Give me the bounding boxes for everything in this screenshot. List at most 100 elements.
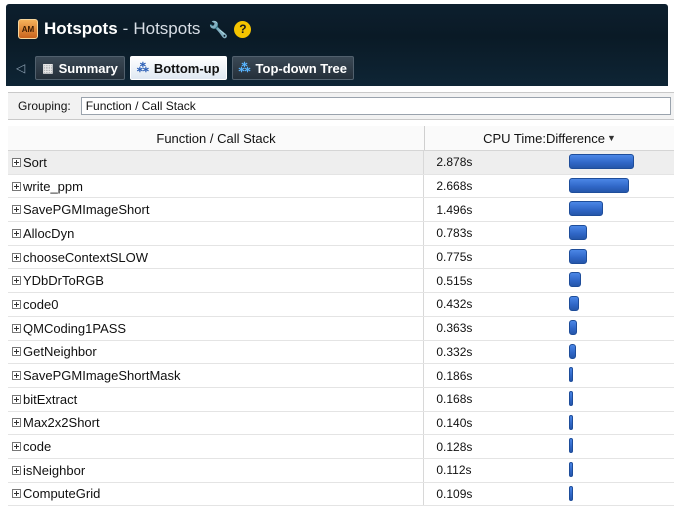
expand-icon[interactable] [12, 181, 21, 191]
table-row[interactable]: QMCoding1PASS 0.363s [8, 316, 674, 341]
wrench-icon[interactable]: 🔧 [208, 20, 228, 39]
table-row[interactable]: Sort 2.878s [8, 151, 674, 175]
tab-scroll-left-icon[interactable]: ◁ [16, 61, 25, 75]
help-icon[interactable]: ? [234, 20, 252, 38]
function-name: code [23, 439, 52, 455]
summary-icon: ▦ [42, 61, 54, 75]
cpu-time-bar [569, 154, 635, 169]
function-name: SavePGMImageShort [23, 202, 150, 218]
table-row[interactable]: YDbDrToRGB 0.515s [8, 269, 674, 294]
cpu-time-bar-cell [564, 198, 674, 221]
tab-bottom-up-label: Bottom-up [153, 60, 220, 76]
tab-bottom-up[interactable]: ⁂ Bottom-up [129, 56, 227, 80]
function-name: ComputeGrid [23, 486, 101, 502]
cpu-time-value: 2.668s [436, 179, 473, 194]
function-cell: SavePGMImageShort [8, 198, 425, 222]
cpu-time-value: 0.515s [436, 273, 473, 288]
cpu-time-bar [569, 248, 588, 264]
function-cell: YDbDrToRGB [8, 269, 425, 293]
function-cell: code [8, 435, 425, 458]
function-cell: chooseContextSLOW [8, 245, 425, 269]
table-row[interactable]: code 0.128s [8, 435, 674, 459]
grouping-bar: Grouping: Function / Call Stack [8, 92, 674, 120]
cpu-time-bar-cell [564, 269, 674, 292]
table-row[interactable]: SavePGMImageShortMask 0.186s [8, 364, 674, 388]
function-cell: write_ppm [8, 174, 425, 198]
table-row[interactable]: chooseContextSLOW 0.775s [8, 245, 674, 270]
expand-icon[interactable] [12, 323, 21, 333]
cpu-time-bar-cell [564, 459, 674, 482]
cpu-time-value: 0.186s [436, 368, 473, 383]
table-header: Function / Call Stack CPU Time:Differenc… [8, 126, 674, 151]
expand-icon[interactable] [12, 371, 21, 381]
cpu-time-value: 0.109s [436, 486, 473, 501]
function-name: bitExtract [23, 391, 78, 407]
cpu-time-bar [569, 319, 578, 335]
cpu-time-bar [569, 485, 574, 501]
cpu-time-bar [569, 367, 574, 383]
cpu-time-bar [569, 201, 604, 217]
cpu-time-value: 0.783s [436, 226, 473, 241]
cpu-time-bar-cell [564, 412, 674, 435]
grouping-dropdown[interactable]: Function / Call Stack [80, 97, 671, 115]
table-row[interactable]: bitExtract 0.168s [8, 387, 674, 412]
expand-icon[interactable] [12, 442, 21, 452]
tab-summary[interactable]: ▦ Summary [35, 56, 125, 80]
cpu-time-bar [569, 177, 630, 193]
title-row: AM Hotspots - Hotspots 🔧 ? [18, 16, 252, 42]
cpu-time-column-header[interactable]: CPU Time:Difference ▼ [425, 126, 674, 150]
function-cell: isNeighbor [8, 458, 425, 482]
cpu-time-value: 0.363s [436, 321, 473, 336]
cpu-time-bar-cell [564, 151, 674, 174]
expand-icon[interactable] [12, 252, 21, 262]
cpu-time-value: 2.878s [436, 155, 473, 170]
cpu-time-bar [569, 296, 580, 312]
function-name: write_ppm [23, 178, 83, 194]
cpu-time-bar-cell [564, 388, 674, 411]
bottom-up-icon: ⁂ [136, 61, 149, 75]
function-cell: GetNeighbor [8, 340, 425, 364]
cpu-time-bar-cell [564, 175, 674, 198]
cpu-time-header-label: CPU Time:Difference [483, 130, 605, 146]
cpu-time-bar-cell [564, 222, 674, 245]
expand-icon[interactable] [12, 299, 21, 309]
expand-icon[interactable] [12, 157, 21, 167]
cpu-time-value: 0.140s [436, 415, 473, 430]
expand-icon[interactable] [12, 276, 21, 286]
function-cell: code0 [8, 293, 425, 316]
tab-top-down-label: Top-down Tree [255, 60, 348, 76]
function-cell: ComputeGrid [8, 482, 425, 506]
top-down-icon: ⁂ [238, 61, 251, 75]
cpu-time-bar-cell [564, 246, 674, 269]
expand-icon[interactable] [12, 228, 21, 238]
function-name: chooseContextSLOW [23, 249, 149, 265]
table-row[interactable]: Max2x2Short 0.140s [8, 411, 674, 436]
amplifier-app-icon: AM [18, 19, 38, 39]
expand-icon[interactable] [12, 347, 21, 357]
table-row[interactable]: isNeighbor 0.112s [8, 458, 674, 483]
cpu-time-bar-cell [564, 483, 674, 506]
expand-icon[interactable] [12, 418, 21, 428]
expand-icon[interactable] [12, 465, 21, 475]
bottom-up-grid: Function / Call Stack CPU Time:Differenc… [8, 126, 674, 506]
cpu-time-bar [569, 461, 574, 477]
cpu-time-value: 0.112s [436, 463, 472, 478]
table-row[interactable]: SavePGMImageShort 1.496s [8, 198, 674, 223]
expand-icon[interactable] [12, 394, 21, 404]
tab-top-down-tree[interactable]: ⁂ Top-down Tree [231, 56, 355, 80]
cpu-time-bar [569, 343, 577, 359]
table-row[interactable]: ComputeGrid 0.109s [8, 482, 674, 506]
expand-icon[interactable] [12, 205, 21, 215]
table-row[interactable]: AllocDyn 0.783s [8, 222, 674, 246]
function-name: QMCoding1PASS [23, 320, 127, 336]
function-name: code0 [23, 296, 59, 312]
table-row[interactable]: GetNeighbor 0.332s [8, 340, 674, 365]
function-column-header[interactable]: Function / Call Stack [8, 126, 425, 150]
function-cell: AllocDyn [8, 222, 425, 245]
cpu-time-bar [569, 414, 574, 430]
function-name: Max2x2Short [23, 415, 100, 431]
table-row[interactable]: code0 0.432s [8, 293, 674, 317]
function-name: SavePGMImageShortMask [23, 368, 181, 384]
function-name: GetNeighbor [23, 344, 97, 360]
table-row[interactable]: write_ppm 2.668s [8, 174, 674, 199]
